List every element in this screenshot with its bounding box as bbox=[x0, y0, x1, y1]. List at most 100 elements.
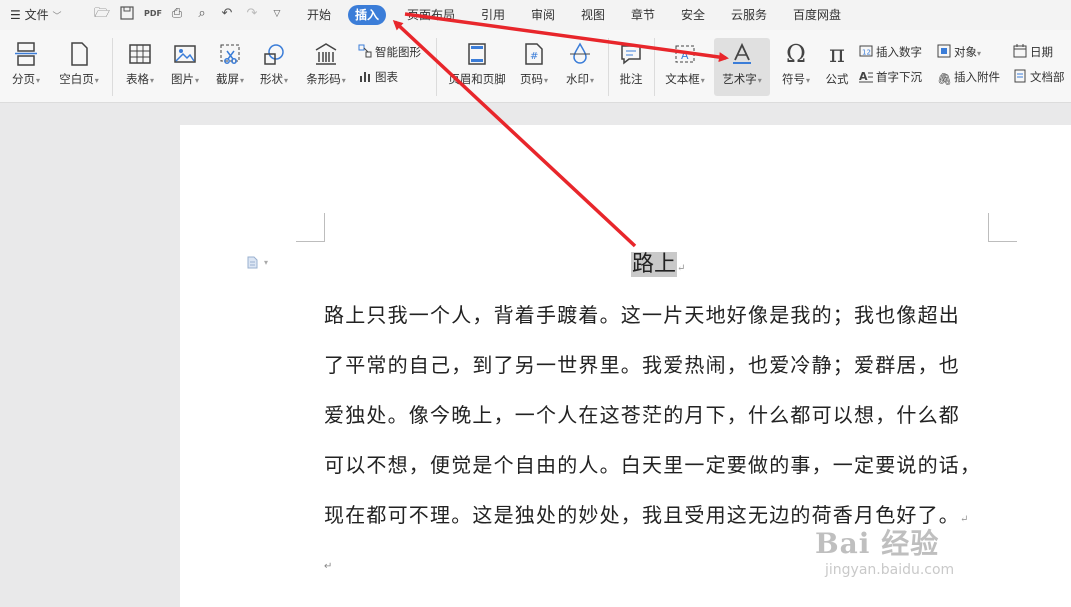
print-preview-icon[interactable]: ⌕ bbox=[194, 6, 210, 22]
barcode-button[interactable]: 条形码▾ bbox=[300, 38, 352, 96]
hamburger-icon: ☰ bbox=[10, 8, 21, 22]
object-button[interactable]: 对象▾ bbox=[937, 43, 981, 61]
document-title[interactable]: 路上↵ bbox=[631, 241, 685, 288]
svg-text:#: # bbox=[530, 51, 538, 62]
tab-chapter[interactable]: 章节 bbox=[631, 0, 655, 30]
insert-number-button[interactable]: 12 插入数字 bbox=[859, 43, 922, 61]
insert-attachment-button[interactable]: 🖇 插入附件 bbox=[937, 68, 1000, 86]
pi-icon: π bbox=[829, 40, 845, 68]
symbol-button[interactable]: Ω 符号▾ bbox=[776, 38, 816, 96]
barcode-icon bbox=[315, 43, 337, 65]
page-break-icon bbox=[15, 42, 37, 66]
object-icon bbox=[937, 44, 951, 58]
empty-paragraph-mark[interactable]: ↵ bbox=[324, 561, 332, 572]
comment-icon bbox=[621, 45, 641, 65]
margin-corner-marker bbox=[296, 213, 325, 242]
page-break-button[interactable]: 分页▾ bbox=[6, 38, 46, 96]
redo-icon[interactable]: ↷ bbox=[244, 6, 260, 22]
ribbon-toolbar: 分页▾ 空白页▾ 表格▾ 图片▾ 截屏▾ 形状▾ 条形码▾ 智能图形 图表 页眉… bbox=[0, 30, 1071, 103]
paperclip-icon: 🖇 bbox=[937, 72, 953, 86]
paragraph-line[interactable]: 了平常的自己，到了另一世界里。我爱热闹，也爱冷静；爱群居，也 bbox=[324, 348, 960, 382]
tab-cloud-service[interactable]: 云服务 bbox=[731, 0, 767, 30]
chevron-down-icon: ▾ bbox=[805, 76, 810, 85]
chevron-down-icon: ﹀ bbox=[52, 12, 62, 22]
picture-icon bbox=[174, 45, 196, 63]
tab-view[interactable]: 视图 bbox=[581, 0, 605, 30]
date-button[interactable]: 日期 bbox=[1013, 43, 1053, 61]
baidu-jingyan-watermark: Bai 经验 jingyan.baidu.com bbox=[815, 527, 955, 578]
tab-review[interactable]: 审阅 bbox=[531, 0, 555, 30]
comment-button[interactable]: 批注 bbox=[614, 38, 648, 96]
svg-text:A: A bbox=[859, 70, 868, 83]
chevron-down-icon: ▾ bbox=[700, 76, 705, 85]
chevron-down-icon: ▾ bbox=[283, 76, 288, 85]
header-footer-button[interactable]: 页眉和页脚 bbox=[446, 38, 508, 96]
margin-corner-marker bbox=[988, 213, 1017, 242]
chevron-down-icon: ▾ bbox=[149, 76, 154, 85]
blank-page-button[interactable]: 空白页▾ bbox=[54, 38, 104, 96]
chevron-down-icon: ▾ bbox=[543, 76, 548, 85]
page-number-icon: # bbox=[525, 43, 543, 65]
paragraph-line[interactable]: 路上只我一个人，背着手踱着。这一片天地好像是我的；我也像超出 bbox=[324, 298, 960, 332]
calendar-icon bbox=[1013, 44, 1027, 58]
page-number-button[interactable]: # 页码▾ bbox=[514, 38, 554, 96]
chart-button[interactable]: 图表 bbox=[358, 68, 398, 86]
menu-bar: ☰ 文件 ﹀ 🗁 PDF ⎙ ⌕ ↶ ↷ ▽ 开始 插入 页面布局 引用 审阅 … bbox=[0, 0, 1071, 30]
smart-art-icon bbox=[358, 44, 372, 58]
customize-toolbar-icon[interactable]: ▽ bbox=[269, 6, 285, 22]
tab-home[interactable]: 开始 bbox=[307, 0, 331, 30]
divider bbox=[608, 38, 609, 96]
screenshot-button[interactable]: 截屏▾ bbox=[210, 38, 250, 96]
chevron-down-icon: ▾ bbox=[589, 76, 594, 85]
scissors-icon bbox=[220, 44, 240, 64]
tab-baidu-netdisk[interactable]: 百度网盘 bbox=[793, 0, 841, 30]
tab-references[interactable]: 引用 bbox=[481, 0, 505, 30]
chevron-down-icon: ▾ bbox=[194, 76, 199, 85]
tab-insert[interactable]: 插入 bbox=[348, 5, 387, 25]
drop-cap-button[interactable]: A 首字下沉 bbox=[859, 68, 922, 86]
chevron-down-icon: ▾ bbox=[94, 76, 99, 85]
chevron-down-icon: ▾ bbox=[239, 76, 244, 85]
shape-button[interactable]: 形状▾ bbox=[254, 38, 294, 96]
text-box-icon: A bbox=[675, 45, 695, 63]
header-footer-icon bbox=[468, 43, 486, 65]
paragraph-line[interactable]: 爱独处。像今晚上，一个人在这苍茫的月下，什么都可以想，什么都 bbox=[324, 398, 960, 432]
divider bbox=[112, 38, 113, 96]
chevron-down-icon: ▾ bbox=[341, 76, 346, 85]
print-icon[interactable]: ⎙ bbox=[169, 6, 185, 22]
tab-page-layout[interactable]: 页面布局 bbox=[407, 0, 455, 30]
undo-icon[interactable]: ↶ bbox=[219, 6, 235, 22]
text-box-button[interactable]: A 文本框▾ bbox=[660, 38, 710, 96]
chevron-down-icon: ▾ bbox=[977, 49, 982, 58]
open-folder-icon[interactable]: 🗁 bbox=[94, 6, 110, 22]
tab-security[interactable]: 安全 bbox=[681, 0, 705, 30]
chevron-down-icon: ▾ bbox=[757, 76, 762, 85]
document-nav-icon[interactable] bbox=[247, 256, 258, 269]
blank-page-icon bbox=[71, 42, 88, 66]
document-part-icon bbox=[1014, 69, 1026, 83]
omega-icon: Ω bbox=[786, 40, 806, 68]
export-pdf-icon[interactable]: PDF bbox=[144, 6, 162, 22]
file-menu[interactable]: ☰ 文件 ﹀ bbox=[10, 0, 61, 30]
document-part-button[interactable]: 文档部 bbox=[1013, 68, 1065, 86]
chevron-down-icon: ▾ bbox=[35, 76, 40, 85]
svg-text:A: A bbox=[681, 49, 689, 62]
save-icon[interactable] bbox=[119, 6, 135, 22]
watermark-icon bbox=[570, 42, 590, 64]
svg-text:12: 12 bbox=[862, 49, 871, 57]
divider bbox=[436, 38, 437, 96]
smart-art-button[interactable]: 智能图形 bbox=[358, 43, 421, 61]
word-art-button[interactable]: 艺术字▾ bbox=[714, 38, 770, 96]
word-art-icon bbox=[733, 42, 751, 64]
table-button[interactable]: 表格▾ bbox=[120, 38, 160, 96]
drop-cap-icon: A bbox=[859, 70, 873, 83]
watermark-button[interactable]: 水印▾ bbox=[560, 38, 600, 96]
paragraph-line[interactable]: 可以不想，便觉是个自由的人。白天里一定要做的事，一定要说的话， bbox=[324, 448, 981, 482]
picture-button[interactable]: 图片▾ bbox=[165, 38, 205, 96]
chevron-down-icon[interactable]: ▾ bbox=[264, 258, 268, 267]
formula-button[interactable]: π 公式 bbox=[820, 38, 854, 96]
divider bbox=[654, 38, 655, 96]
bar-chart-icon bbox=[360, 72, 370, 82]
table-icon bbox=[129, 44, 151, 64]
shapes-icon bbox=[264, 44, 284, 65]
